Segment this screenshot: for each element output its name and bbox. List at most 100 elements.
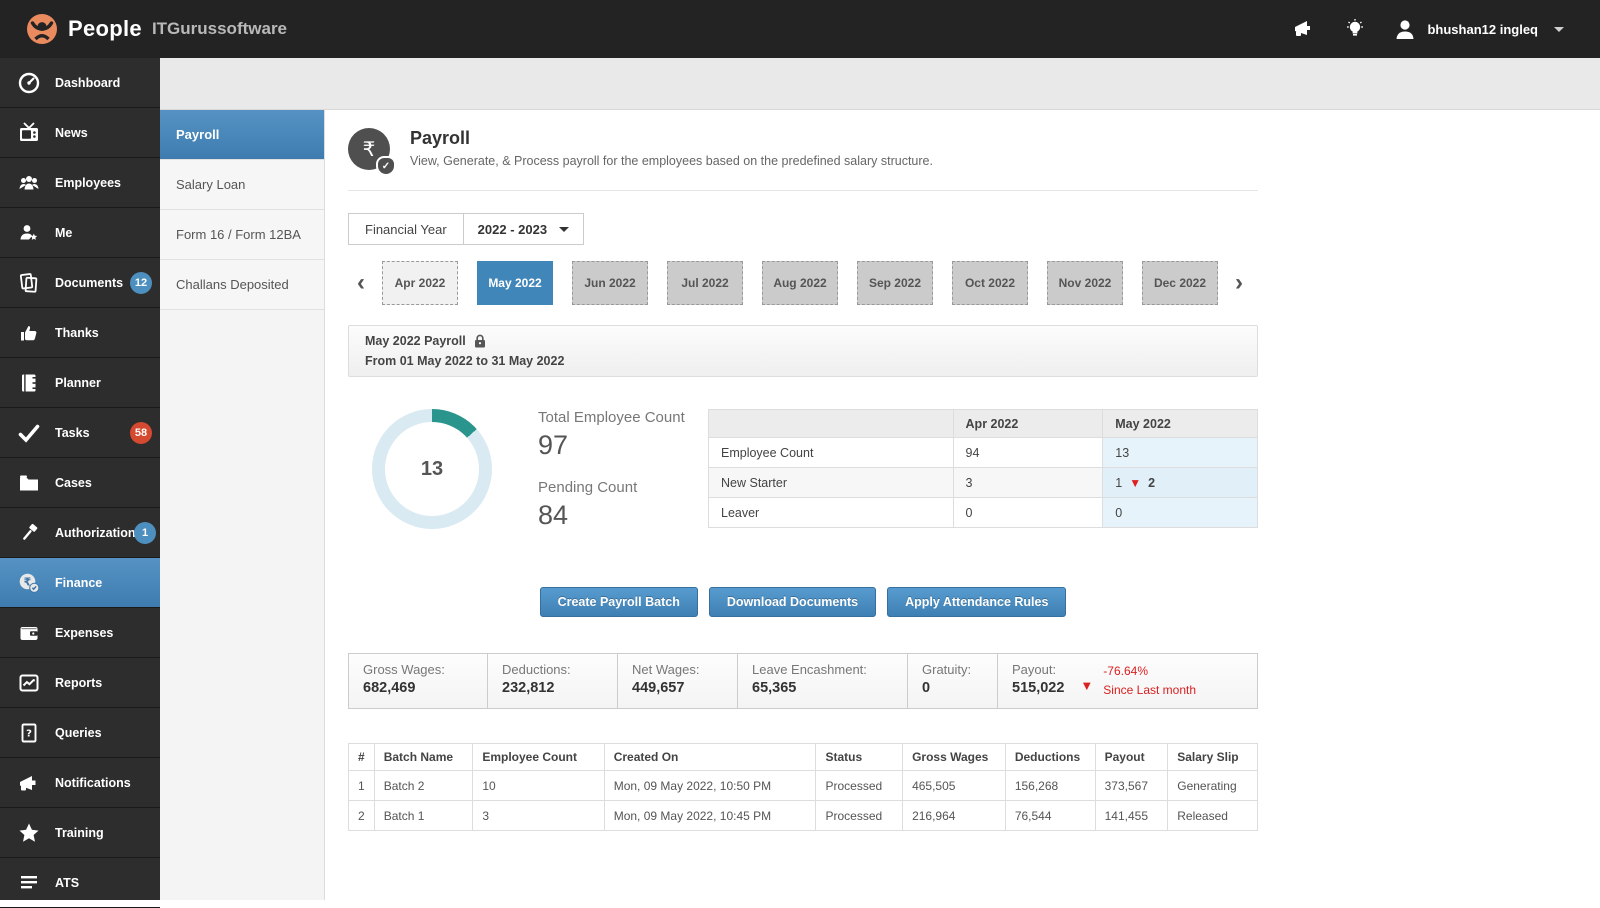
- create-payroll-batch-button[interactable]: Create Payroll Batch: [539, 587, 698, 617]
- documents-count-badge: 12: [130, 271, 152, 294]
- table-header-row: # Batch Name Employee Count Created On S…: [348, 743, 1258, 772]
- sidebar-item-cases[interactable]: Cases: [0, 458, 160, 508]
- sidebar-label: Cases: [55, 475, 92, 490]
- submenu-item-challans[interactable]: Challans Deposited: [160, 260, 324, 310]
- sidebar-item-ats[interactable]: ATS: [0, 858, 160, 908]
- sidebar-label: Training: [55, 825, 104, 840]
- sidebar-label: News: [55, 125, 88, 140]
- page-title: Payroll: [410, 128, 471, 148]
- month-tab-oct-2022[interactable]: Oct 2022: [952, 261, 1028, 305]
- brand[interactable]: People ITGurussoftware: [26, 13, 287, 45]
- sidebar-item-employees[interactable]: Employees: [0, 158, 160, 208]
- payroll-rupee-icon: ₹ ✓: [348, 128, 398, 176]
- financial-year-control: Financial Year 2022 - 2023: [348, 213, 585, 245]
- header-may: May 2022: [1102, 409, 1258, 438]
- sidebar-item-news[interactable]: News: [0, 108, 160, 158]
- sum-value: 232,812: [502, 680, 555, 696]
- month-selector: ‹ Apr 2022 May 2022 Jun 2022 Jul 2022 Au…: [348, 261, 1258, 305]
- company-name: ITGurussoftware: [151, 19, 288, 38]
- user-avatar-icon[interactable]: [1393, 18, 1417, 40]
- prev-month-chevron-icon[interactable]: ‹: [348, 269, 374, 297]
- may-value: 13: [1102, 437, 1258, 468]
- user-menu-caret-icon[interactable]: [1554, 26, 1564, 32]
- trend-down-icon: ▼: [1080, 677, 1094, 693]
- submenu-item-salary-loan[interactable]: Salary Loan: [160, 160, 324, 210]
- brand-name: People: [68, 16, 142, 41]
- col-gross-wages[interactable]: Gross Wages: [902, 743, 1006, 772]
- reports-chart-icon: [19, 674, 39, 691]
- month-tab-apr-2022[interactable]: Apr 2022: [382, 261, 458, 305]
- sidebar-label: Me: [55, 225, 73, 240]
- next-month-chevron-icon[interactable]: ›: [1226, 269, 1252, 297]
- cell-created-on: Mon, 09 May 2022, 10:45 PM: [603, 800, 817, 832]
- month-tab-jun-2022[interactable]: Jun 2022: [572, 261, 648, 305]
- lock-icon: [474, 334, 485, 348]
- apply-attendance-rules-button[interactable]: Apply Attendance Rules: [887, 587, 1067, 617]
- submenu-item-payroll[interactable]: Payroll: [160, 110, 324, 160]
- col-employee-count[interactable]: Employee Count: [472, 743, 605, 772]
- main-content: ₹ ✓ Payroll View, Generate, & Process pa…: [325, 110, 1600, 900]
- shield-check-icon: ✓: [376, 156, 396, 176]
- ideas-bulb-icon[interactable]: [1343, 18, 1367, 40]
- sidebar-item-me[interactable]: Me: [0, 208, 160, 258]
- may-delta: 2: [1148, 475, 1156, 490]
- gratuity-cell: Gratuity: 0: [908, 654, 998, 709]
- month-tab-may-2022[interactable]: May 2022: [477, 261, 553, 305]
- sidebar-item-queries[interactable]: ? Queries: [0, 708, 160, 758]
- batch-row[interactable]: 1 Batch 2 10 Mon, 09 May 2022, 10:50 PM …: [348, 770, 1258, 802]
- col-batch-name[interactable]: Batch Name: [373, 743, 474, 772]
- announcements-icon[interactable]: [1293, 18, 1317, 40]
- submenu-label: Salary Loan: [176, 177, 246, 192]
- sidebar-label: Planner: [55, 375, 101, 390]
- cell-deductions: 156,268: [1004, 770, 1096, 802]
- sidebar-item-authorizations[interactable]: Authorizations 1: [0, 508, 160, 558]
- sidebar-item-documents[interactable]: Documents 12: [0, 258, 160, 308]
- col-created-on[interactable]: Created On: [603, 743, 817, 772]
- month-tab-nov-2022[interactable]: Nov 2022: [1047, 261, 1123, 305]
- sidebar-item-reports[interactable]: Reports: [0, 658, 160, 708]
- thanks-thumbs-up-icon: [21, 325, 37, 340]
- col-num[interactable]: #: [348, 743, 375, 772]
- download-documents-button[interactable]: Download Documents: [708, 587, 877, 617]
- page-subtitle: View, Generate, & Process payroll for th…: [410, 154, 933, 168]
- leave-encashment-cell: Leave Encashment: 65,365: [738, 654, 908, 709]
- select-caret-icon: [559, 226, 570, 232]
- month-tab-jul-2022[interactable]: Jul 2022: [667, 261, 743, 305]
- sidebar-item-dashboard[interactable]: Dashboard: [0, 58, 160, 108]
- submenu-item-form16[interactable]: Form 16 / Form 12BA: [160, 210, 324, 260]
- sidebar-item-training[interactable]: Training: [0, 808, 160, 858]
- month-tab-aug-2022[interactable]: Aug 2022: [762, 261, 838, 305]
- cases-folder-icon: [20, 475, 38, 490]
- financial-year-select[interactable]: 2022 - 2023: [462, 214, 583, 244]
- month-tab-sep-2022[interactable]: Sep 2022: [857, 261, 933, 305]
- may-current: 1: [1115, 475, 1123, 490]
- sidebar-label: Documents: [55, 275, 124, 290]
- submenu-label: Challans Deposited: [176, 277, 289, 292]
- cell-payout: 141,455: [1094, 800, 1169, 832]
- col-status[interactable]: Status: [815, 743, 904, 772]
- sidebar-label: Reports: [55, 675, 103, 690]
- month-compare-table: Apr 2022 May 2022 Employee Count 94 13 N…: [708, 409, 1258, 528]
- cell-num: 1: [348, 770, 375, 802]
- sidebar-item-expenses[interactable]: Expenses: [0, 608, 160, 658]
- sidebar-label: Finance: [55, 575, 103, 590]
- donut-center-value: 13: [385, 422, 479, 516]
- col-deductions[interactable]: Deductions: [1004, 743, 1096, 772]
- sidebar-label: Dashboard: [55, 75, 121, 90]
- sidebar-item-thanks[interactable]: Thanks: [0, 308, 160, 358]
- username[interactable]: bhushan12 ingleq: [1427, 22, 1538, 37]
- people-logo-icon: [27, 14, 57, 44]
- col-payout[interactable]: Payout: [1094, 743, 1169, 772]
- batch-row[interactable]: 2 Batch 1 3 Mon, 09 May 2022, 10:45 PM P…: [348, 800, 1258, 832]
- sidebar-item-tasks[interactable]: Tasks 58: [0, 408, 160, 458]
- sidebar-item-notifications[interactable]: Notifications: [0, 758, 160, 808]
- expenses-wallet-icon: [20, 626, 38, 640]
- sidebar-item-finance[interactable]: ₹ Finance: [0, 558, 160, 608]
- queries-question-doc-icon: ?: [21, 723, 37, 742]
- month-tab-dec-2022[interactable]: Dec 2022: [1142, 261, 1218, 305]
- cell-deductions: 76,544: [1004, 800, 1096, 832]
- col-salary-slip[interactable]: Salary Slip: [1167, 743, 1258, 772]
- finance-submenu: Payroll Salary Loan Form 16 / Form 12BA …: [160, 110, 325, 900]
- sum-label: Deductions:: [502, 662, 571, 677]
- sidebar-item-planner[interactable]: Planner: [0, 358, 160, 408]
